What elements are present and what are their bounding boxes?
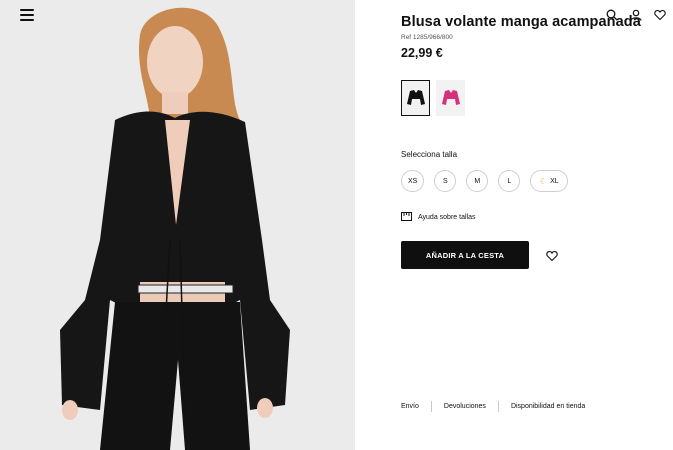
size-option-m[interactable]: M	[466, 170, 489, 192]
size-option-xl-label: XL	[550, 177, 559, 185]
product-price: 22,99 €	[401, 46, 443, 60]
product-title: Blusa volante manga acampanada	[401, 14, 641, 30]
store-availability-link[interactable]: Disponibilidad en tienda	[511, 403, 585, 410]
model-illustration	[60, 7, 290, 450]
divider	[430, 401, 432, 412]
product-image	[0, 0, 355, 450]
product-reference: Ref 1285/966/800	[401, 34, 453, 41]
size-help-label: Ayuda sobre tallas	[418, 214, 476, 221]
ruler-icon	[401, 212, 412, 223]
color-swatch-black[interactable]	[401, 80, 430, 116]
size-option-xl[interactable]: ☾ XL	[530, 170, 569, 192]
size-option-xs[interactable]: XS	[401, 170, 425, 192]
info-links: Envío Devoluciones Disponibilidad en tie…	[401, 401, 585, 412]
size-help-link[interactable]: Ayuda sobre tallas	[401, 212, 475, 223]
divider	[497, 401, 499, 412]
menu-icon[interactable]	[20, 9, 34, 21]
wishlist-heart-icon[interactable]	[546, 249, 558, 267]
size-label: Selecciona talla	[401, 150, 458, 159]
returns-link[interactable]: Devoluciones	[444, 403, 486, 410]
heart-icon[interactable]	[653, 8, 667, 22]
color-swatch-pink[interactable]	[436, 80, 465, 116]
color-swatches	[401, 80, 465, 116]
add-to-cart-button[interactable]: AÑADIR A LA CESTA	[401, 241, 529, 269]
low-stock-icon: ☾	[539, 176, 548, 186]
size-option-l[interactable]: L	[498, 170, 521, 192]
shipping-link[interactable]: Envío	[401, 403, 419, 410]
size-selector: XS S M L ☾ XL	[401, 170, 569, 192]
size-option-s[interactable]: S	[434, 170, 457, 192]
